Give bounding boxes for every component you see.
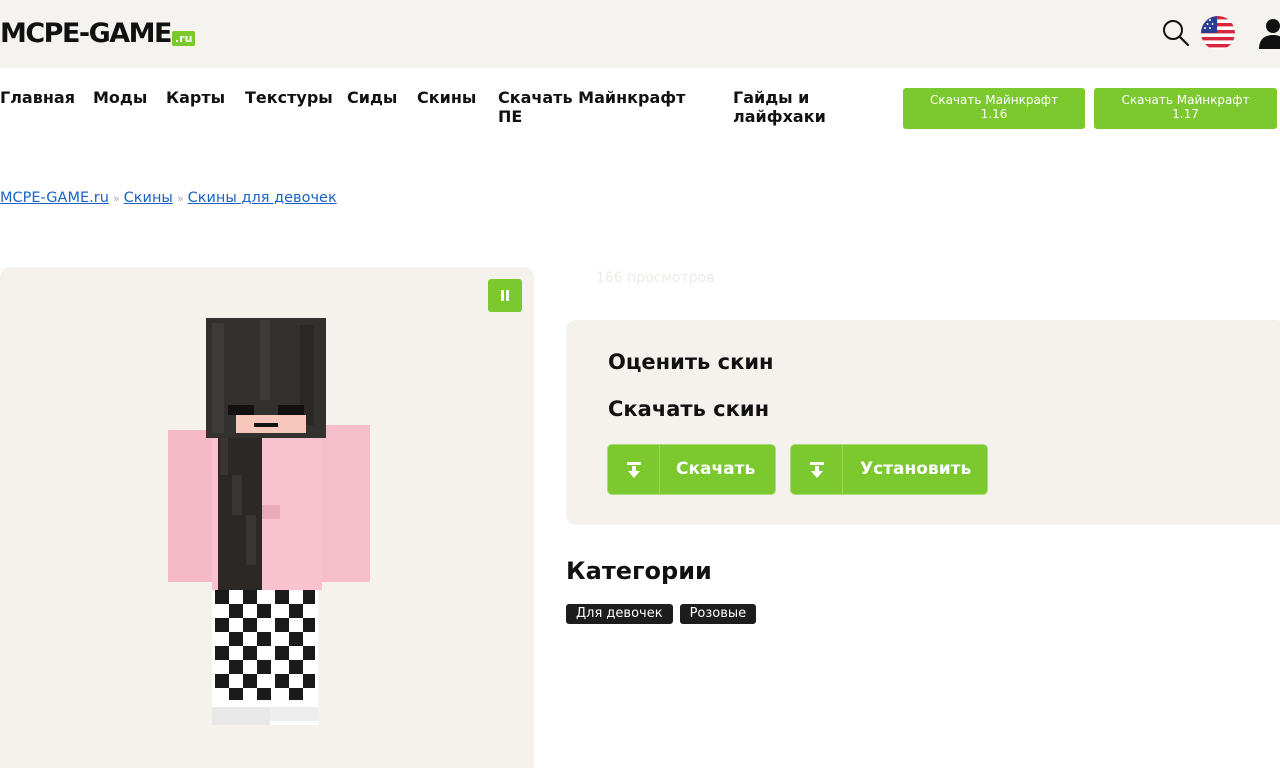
nav-item-download-mcpe[interactable]: Скачать Майнкрафт ПЕ bbox=[498, 88, 718, 126]
download-minecraft-116-button[interactable]: Скачать Майнкрафт 1.16 bbox=[903, 88, 1085, 129]
nav-item-skins[interactable]: Скины bbox=[417, 88, 476, 107]
category-tags: Для девочек Розовые bbox=[566, 604, 757, 624]
button-label-line1: Скачать Майнкрафт bbox=[1121, 93, 1250, 107]
nav-item-guides[interactable]: Гайды и лайфхаки bbox=[733, 88, 873, 126]
logo-suffix: .ru bbox=[172, 31, 196, 46]
main-nav: Главная Моды Карты Текстуры Сиды Скины С… bbox=[0, 88, 900, 138]
nav-item-seeds[interactable]: Сиды bbox=[347, 88, 397, 107]
breadcrumb-separator: » bbox=[176, 192, 184, 205]
breadcrumb-home-link[interactable]: MCPE-GAME.ru bbox=[0, 190, 109, 206]
install-button-label: Установить bbox=[860, 459, 972, 479]
nav-item-mods[interactable]: Моды bbox=[93, 88, 147, 107]
button-label-line2: 1.17 bbox=[1172, 107, 1199, 121]
install-button[interactable]: Установить bbox=[790, 444, 988, 495]
nav-item-maps[interactable]: Карты bbox=[166, 88, 225, 107]
breadcrumb: MCPE-GAME.ru» Скины» Скины для девочек bbox=[0, 190, 337, 206]
download-button[interactable]: Скачать bbox=[607, 444, 776, 495]
pause-icon[interactable] bbox=[488, 279, 522, 312]
download-arrow-icon bbox=[608, 445, 660, 494]
nav-item-label-line2: лайфхаки bbox=[733, 107, 826, 126]
download-arrow-icon bbox=[791, 445, 843, 494]
skin-left-arm bbox=[168, 430, 214, 582]
breadcrumb-girls-skins-link[interactable]: Скины для девочек bbox=[188, 190, 337, 206]
nav-item-home[interactable]: Главная bbox=[0, 88, 75, 107]
button-label-line2: 1.16 bbox=[980, 107, 1008, 121]
breadcrumb-separator: » bbox=[112, 192, 120, 205]
tag-pink[interactable]: Розовые bbox=[679, 604, 757, 624]
nav-item-label-line1: Гайды и bbox=[733, 88, 810, 107]
logo-text: MCPE-GAME bbox=[0, 18, 173, 49]
download-skin-heading: Скачать скин bbox=[608, 397, 770, 421]
site-logo[interactable]: MCPE-GAME .ru bbox=[0, 18, 196, 49]
nav-item-label-line2: ПЕ bbox=[498, 107, 523, 126]
breadcrumb-skins-link[interactable]: Скины bbox=[124, 190, 173, 206]
categories-heading: Категории bbox=[566, 557, 712, 585]
button-label-line1: Скачать Майнкрафт bbox=[929, 93, 1059, 107]
nav-item-textures[interactable]: Текстуры bbox=[245, 88, 333, 107]
download-minecraft-117-button[interactable]: Скачать Майнкрафт 1.17 bbox=[1094, 88, 1277, 129]
views-counter: 166 просмотров bbox=[596, 270, 715, 286]
rate-skin-heading: Оценить скин bbox=[608, 350, 774, 374]
skin-model-preview[interactable] bbox=[160, 315, 380, 740]
search-icon[interactable] bbox=[1161, 17, 1191, 47]
skin-right-arm bbox=[320, 425, 370, 582]
top-header: MCPE-GAME .ru bbox=[0, 0, 1280, 68]
download-button-label: Скачать bbox=[676, 459, 756, 479]
tag-for-girls[interactable]: Для девочек bbox=[566, 604, 673, 624]
nav-item-label-line1: Скачать Майнкрафт bbox=[498, 88, 686, 107]
user-icon[interactable] bbox=[1255, 17, 1280, 49]
skin-legs bbox=[212, 585, 318, 725]
us-flag-icon[interactable] bbox=[1200, 15, 1236, 51]
